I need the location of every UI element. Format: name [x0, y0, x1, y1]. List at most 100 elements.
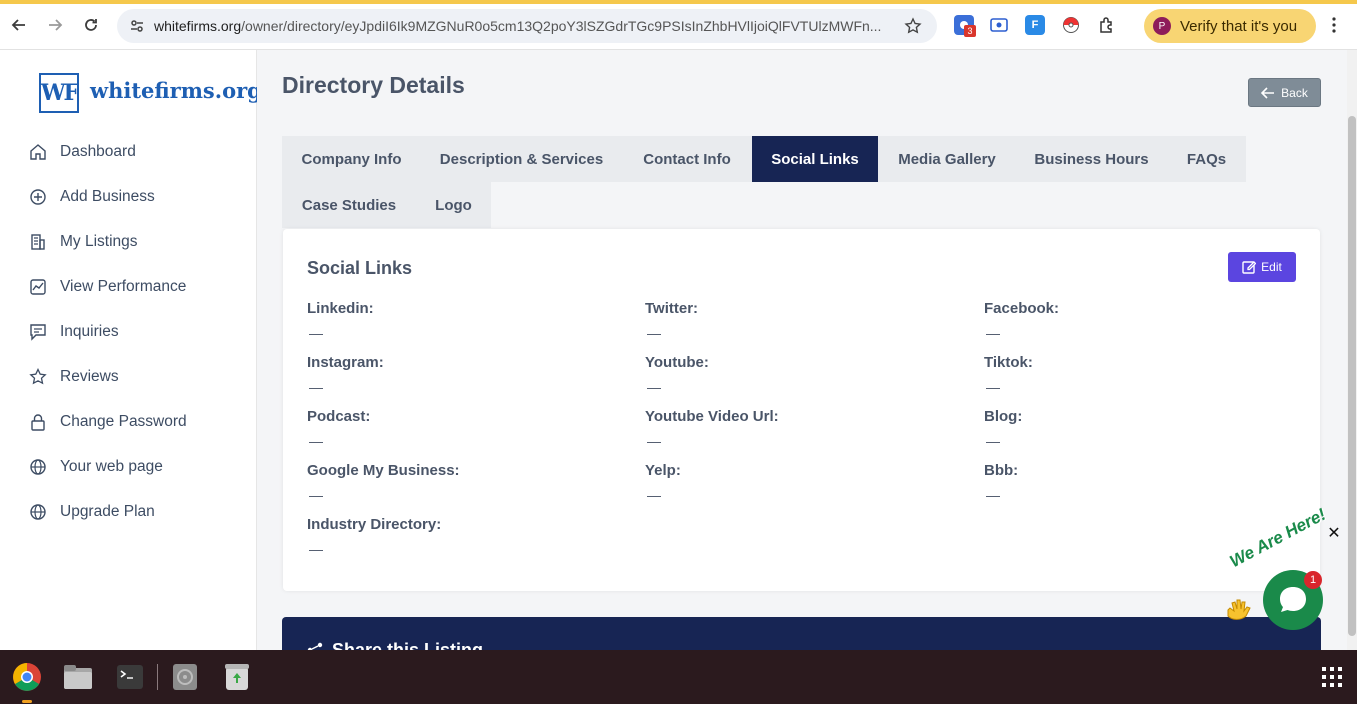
arrow-left-icon [1261, 86, 1275, 99]
chat-close-button[interactable]: ✕ [1325, 524, 1343, 542]
sidebar-item-change-password[interactable]: Change Password [28, 407, 187, 437]
sidebar-item-reviews[interactable]: Reviews [28, 362, 119, 392]
reload-icon[interactable] [80, 14, 102, 36]
taskbar-divider [157, 664, 158, 690]
files-icon[interactable] [62, 662, 94, 692]
field-label-bbb: Bbb: [984, 462, 1019, 479]
logo-mark[interactable]: WF [39, 73, 79, 113]
tab-description-services[interactable]: Description & Services [421, 136, 622, 182]
terminal-icon[interactable] [114, 662, 146, 692]
field-label-tiktok: Tiktok: [984, 354, 1033, 371]
chat-bubble-icon [1276, 583, 1310, 617]
field-label-yelp: Yelp: [645, 462, 681, 479]
tab-case-studies[interactable]: Case Studies [282, 182, 416, 228]
back-button-label: Back [1281, 85, 1308, 100]
field-value-facebook: — [986, 325, 1000, 341]
app-grid-icon[interactable] [1322, 667, 1342, 692]
lock-icon [28, 412, 48, 432]
edit-button[interactable]: Edit [1228, 252, 1296, 282]
chrome-icon[interactable] [9, 662, 45, 692]
back-arrow-icon[interactable] [8, 14, 30, 36]
extension-puzzle-badge-icon[interactable]: 3 [954, 15, 976, 37]
scrollbar-thumb[interactable] [1348, 116, 1356, 636]
field-value-blog: — [986, 433, 1000, 449]
field-label-linkedin: Linkedin: [307, 300, 374, 317]
share-listing-section: Share this Listing [282, 617, 1321, 650]
logo-text[interactable]: whitefirms.org [90, 78, 262, 103]
chart-icon [28, 277, 48, 297]
card-title: Social Links [307, 258, 413, 278]
bookmark-star-icon[interactable] [904, 17, 922, 40]
extension-badge: 3 [964, 25, 976, 37]
browser-menu-icon[interactable] [1331, 16, 1337, 39]
message-icon [28, 322, 48, 342]
field-label-instagram: Instagram: [307, 354, 384, 371]
browser-toolbar: whitefirms.org/owner/directory/eyJpdiI6I… [0, 0, 1357, 50]
form-filler-icon[interactable]: F [1025, 15, 1045, 35]
field-label-google-my-business: Google My Business: [307, 462, 460, 479]
field-value-youtube: — [647, 379, 661, 395]
star-icon [28, 367, 48, 387]
extensions-puzzle-icon[interactable] [1097, 15, 1117, 35]
field-label-facebook: Facebook: [984, 300, 1060, 317]
sidebar-item-label: Upgrade Plan [60, 503, 155, 520]
tab-company-info[interactable]: Company Info [282, 136, 421, 182]
sidebar-item-dashboard[interactable]: Dashboard [28, 137, 136, 167]
field-value-twitter: — [647, 325, 661, 341]
social-links-card: Social Links Edit Linkedin: — Twitter: —… [283, 229, 1320, 591]
page-scrollbar[interactable] [1347, 50, 1357, 650]
chat-notification-badge: 1 [1304, 571, 1322, 589]
building-icon [28, 232, 48, 252]
share-listing-title: Share this Listing [332, 640, 484, 650]
url-text: whitefirms.org/owner/directory/eyJpdiI6I… [154, 18, 882, 34]
field-value-google-my-business: — [309, 487, 323, 503]
back-button[interactable]: Back [1248, 78, 1321, 107]
site-settings-icon[interactable] [129, 18, 145, 39]
field-value-bbb: — [986, 487, 1000, 503]
sidebar-item-inquiries[interactable]: Inquiries [28, 317, 119, 347]
sidebar-item-your-web-page[interactable]: Your web page [28, 452, 163, 482]
share-icon [306, 641, 324, 650]
disk-utility-icon[interactable] [169, 662, 201, 692]
tab-logo[interactable]: Logo [416, 182, 491, 228]
sidebar-item-add-business[interactable]: Add Business [28, 182, 155, 212]
tab-contact-info[interactable]: Contact Info [622, 136, 752, 182]
main-content: Directory Details Back Company Info Desc… [257, 50, 1347, 650]
tab-social-links[interactable]: Social Links [752, 136, 878, 182]
field-value-tiktok: — [986, 379, 1000, 395]
home-icon [28, 142, 48, 162]
sidebar-item-view-performance[interactable]: View Performance [28, 272, 186, 302]
sidebar-item-my-listings[interactable]: My Listings [28, 227, 138, 257]
forward-arrow-icon[interactable] [44, 14, 66, 36]
field-value-linkedin: — [309, 325, 323, 341]
address-bar[interactable]: whitefirms.org/owner/directory/eyJpdiI6I… [117, 9, 937, 43]
window-top-strip [0, 0, 1357, 4]
sidebar-item-label: Inquiries [60, 323, 119, 340]
tab-business-hours[interactable]: Business Hours [1016, 136, 1167, 182]
verify-identity-button[interactable]: P Verify that it's you [1144, 9, 1316, 43]
waving-hand-icon [1224, 596, 1254, 627]
sidebar-item-label: View Performance [60, 278, 187, 295]
field-label-industry-directory: Industry Directory: [307, 516, 442, 533]
tab-faqs[interactable]: FAQs [1167, 136, 1246, 182]
edit-icon [1242, 260, 1257, 274]
field-value-youtube-video-url: — [647, 433, 661, 449]
field-label-twitter: Twitter: [645, 300, 699, 317]
active-app-indicator [22, 700, 32, 703]
tab-media-gallery[interactable]: Media Gallery [878, 136, 1016, 182]
profile-avatar: P [1153, 17, 1171, 35]
sidebar-item-label: Reviews [60, 368, 119, 385]
field-value-podcast: — [309, 433, 323, 449]
screen-capture-icon[interactable] [989, 15, 1009, 35]
pokeball-icon[interactable] [1061, 15, 1081, 35]
field-label-blog: Blog: [984, 408, 1023, 425]
edit-button-label: Edit [1261, 260, 1282, 274]
field-value-yelp: — [647, 487, 661, 503]
sidebar: WF whitefirms.org Dashboard Add Business… [0, 50, 262, 650]
field-label-youtube: Youtube: [645, 354, 709, 371]
sidebar-item-label: Add Business [60, 188, 155, 205]
sidebar-item-upgrade-plan[interactable]: Upgrade Plan [28, 497, 155, 527]
sidebar-item-label: My Listings [60, 233, 138, 250]
trash-icon[interactable] [221, 662, 253, 692]
sidebar-item-label: Your web page [60, 458, 163, 475]
